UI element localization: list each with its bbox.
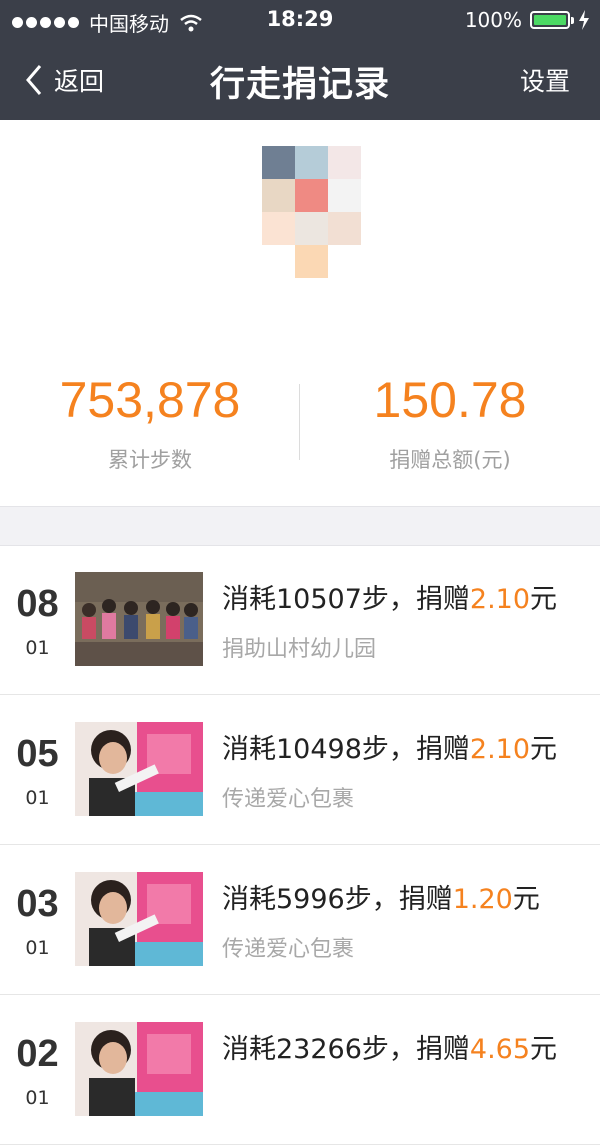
project-name: 捐助山村幼儿园	[222, 637, 377, 662]
record-month: 01	[25, 637, 50, 659]
record-day: 05	[16, 733, 59, 775]
settings-button[interactable]: 设置	[520, 62, 570, 98]
record-summary: 消耗10507步，捐赠2.10元	[222, 584, 558, 615]
donation-amount: 1.20	[452, 884, 513, 915]
top-bar: 中国移动 18:29 100% 返回 行走捐记录 设置	[0, 0, 600, 120]
record-summary: 消耗5996步，捐赠1.20元	[222, 884, 540, 915]
record-list: 08 01 消耗10507步，捐赠2.10元 捐助山村幼儿园 05 01 消耗1…	[0, 545, 600, 1145]
stats-panel: 753,878 累计步数 150.78 捐赠总额(元)	[0, 360, 600, 472]
donation-stat: 150.78 捐赠总额(元)	[300, 360, 600, 474]
project-thumbnail	[75, 872, 203, 966]
project-thumbnail	[75, 722, 203, 816]
list-item[interactable]: 02 01 消耗23266步，捐赠4.65元	[0, 995, 600, 1145]
list-item[interactable]: 08 01 消耗10507步，捐赠2.10元 捐助山村幼儿园	[0, 545, 600, 695]
list-item[interactable]: 05 01 消耗10498步，捐赠2.10元 传递爱心包裹	[0, 695, 600, 845]
record-day: 02	[16, 1033, 59, 1075]
steps-stat: 753,878 累计步数	[0, 360, 300, 474]
total-steps-label: 累计步数	[108, 448, 192, 472]
section-divider	[0, 506, 600, 546]
record-summary: 消耗23266步，捐赠4.65元	[222, 1034, 558, 1065]
donation-amount: 4.65	[469, 1034, 531, 1065]
avatar[interactable]	[262, 146, 362, 278]
total-donation-value: 150.78	[373, 372, 527, 428]
project-name: 传递爱心包裹	[222, 787, 355, 812]
status-right: 100%	[465, 8, 590, 32]
record-month: 01	[25, 787, 50, 809]
record-summary: 消耗10498步，捐赠2.10元	[222, 734, 558, 765]
total-donation-label: 捐赠总额(元)	[389, 448, 511, 472]
charging-icon	[579, 10, 589, 30]
page-title: 行走捐记录	[209, 65, 390, 105]
project-name: 传递爱心包裹	[222, 937, 355, 962]
project-thumbnail	[75, 572, 203, 666]
record-day: 08	[16, 583, 59, 625]
total-steps-value: 753,878	[59, 372, 241, 428]
record-month: 01	[25, 1087, 50, 1109]
status-bar: 中国移动 18:29 100%	[0, 0, 600, 40]
donation-amount: 2.10	[469, 584, 531, 615]
project-thumbnail	[75, 1022, 203, 1116]
donation-amount: 2.10	[469, 734, 531, 765]
record-month: 01	[25, 937, 50, 959]
record-day: 03	[16, 883, 59, 925]
battery-icon	[530, 11, 574, 29]
nav-bar: 返回 行走捐记录 设置	[0, 40, 600, 120]
list-item[interactable]: 03 01 消耗5996步，捐赠1.20元 传递爱心包裹	[0, 845, 600, 995]
battery-percent: 100%	[464, 8, 522, 32]
